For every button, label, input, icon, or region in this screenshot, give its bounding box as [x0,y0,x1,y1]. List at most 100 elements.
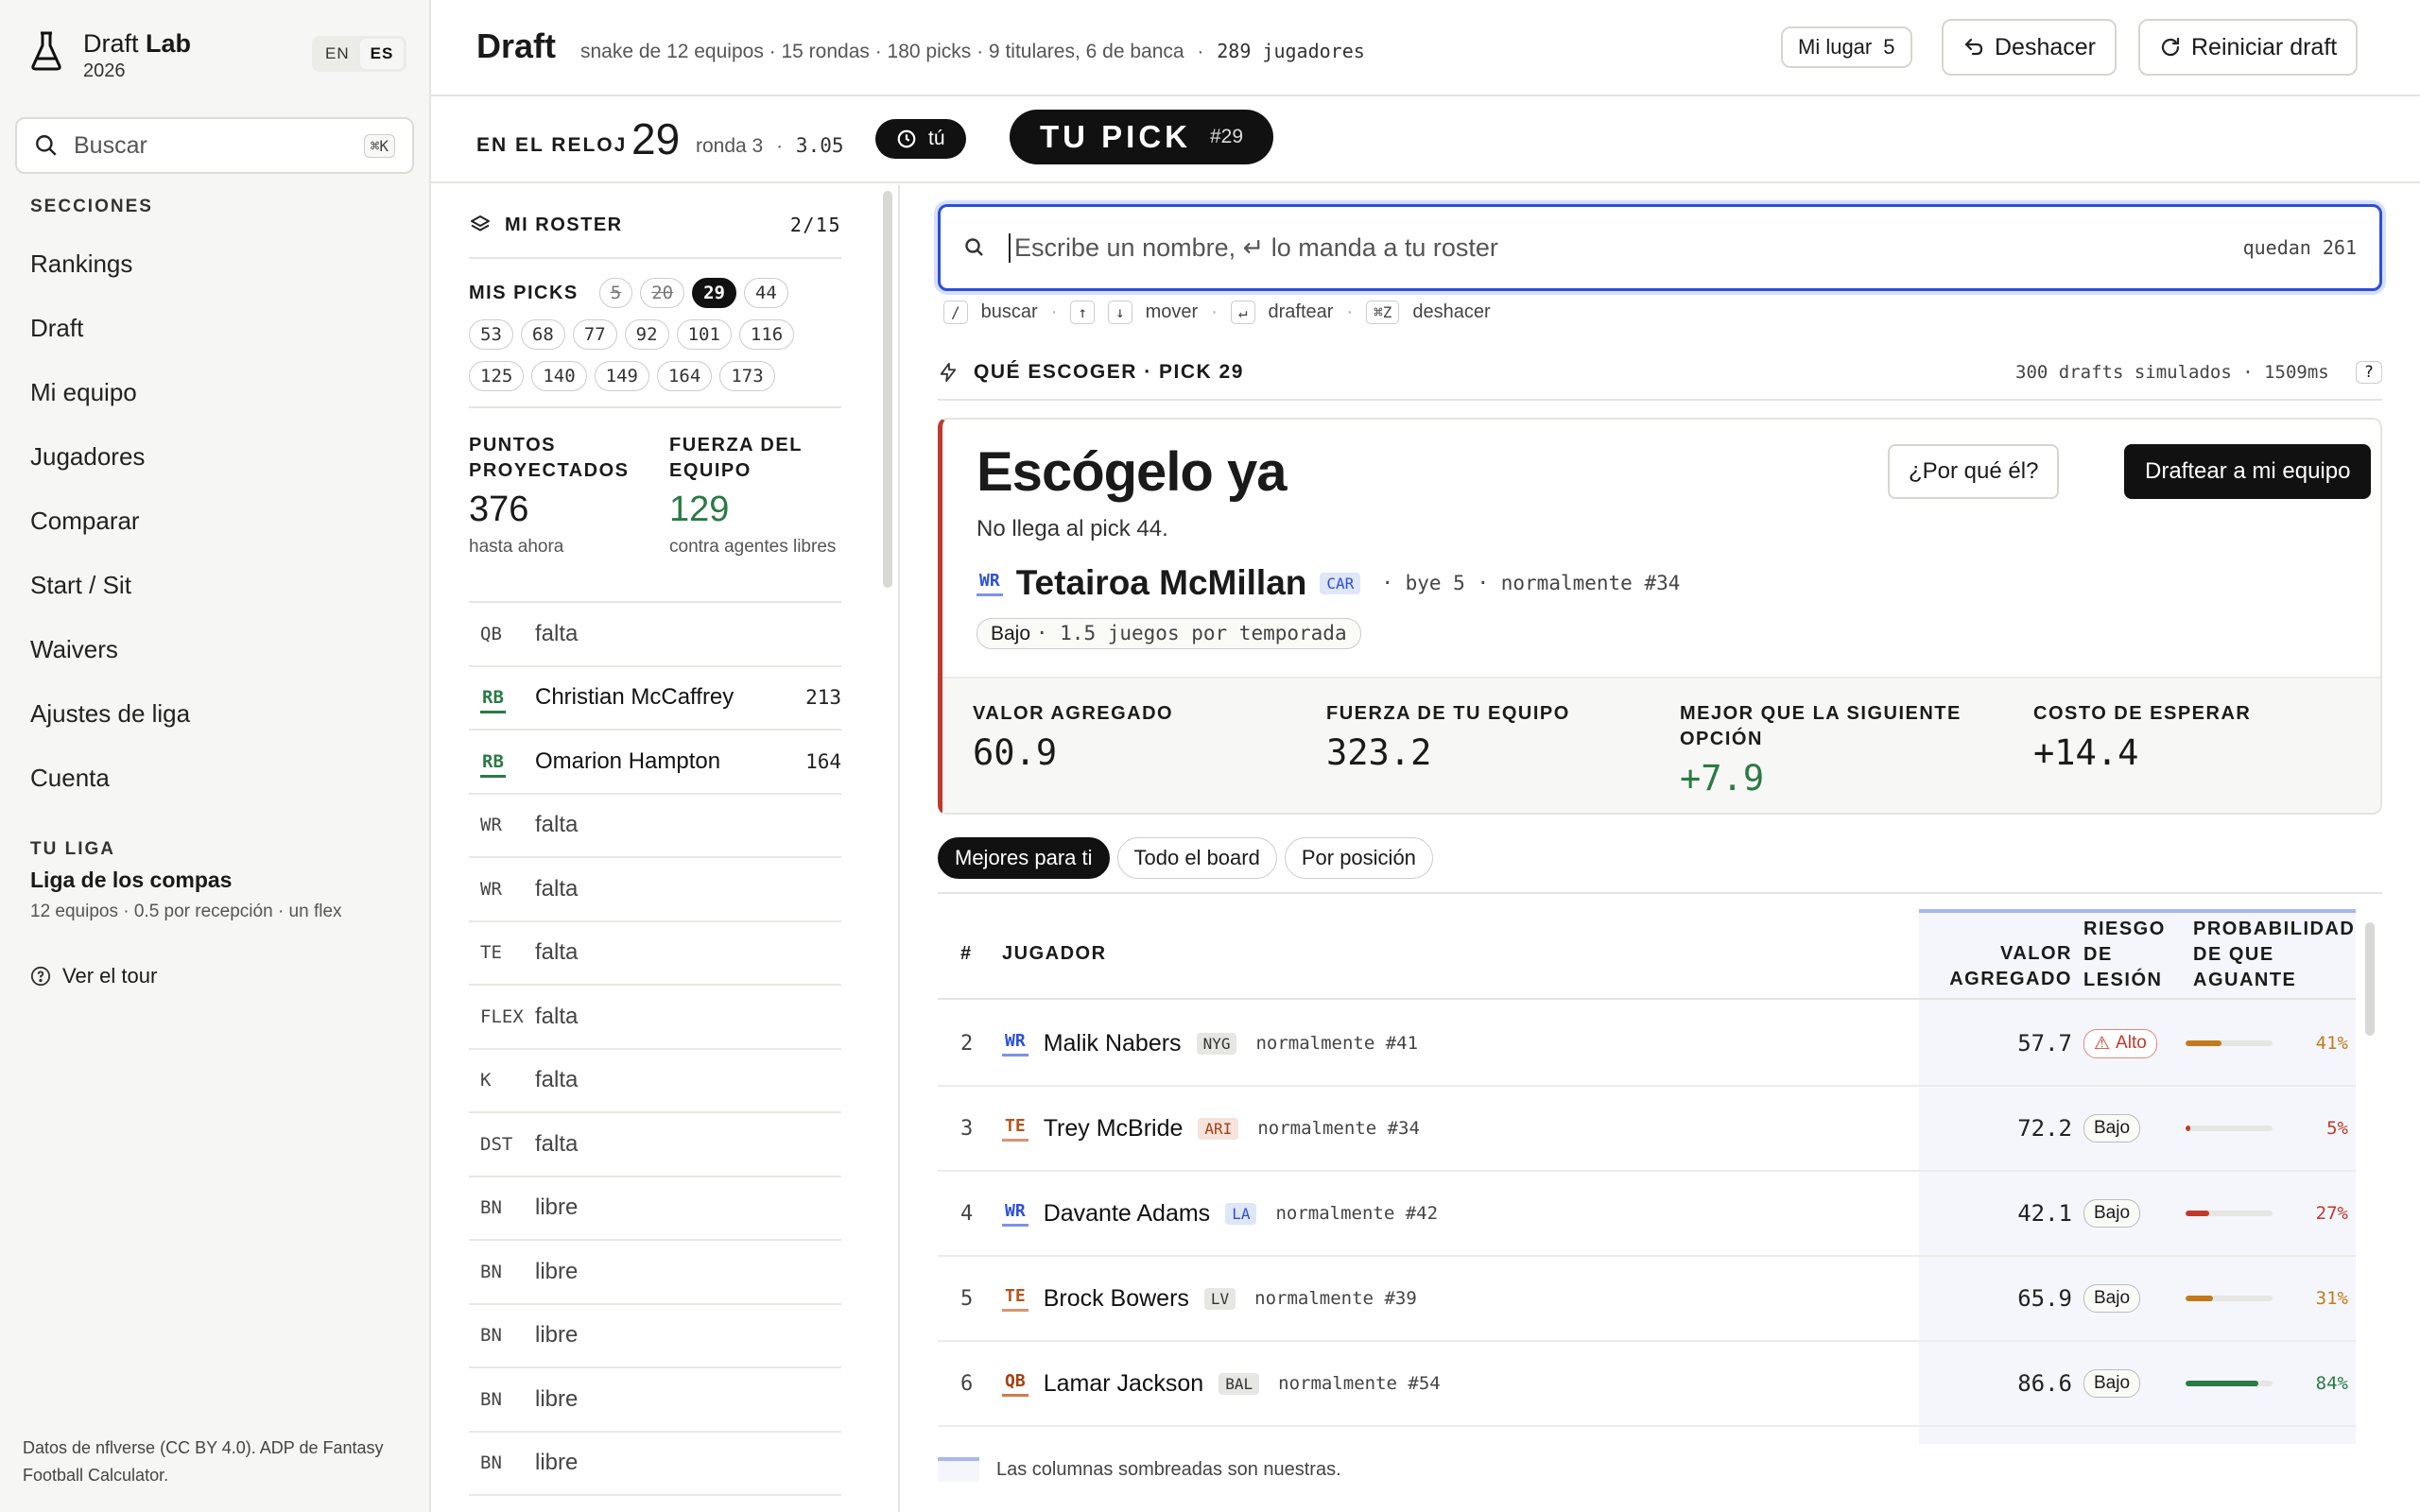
team-tag: CAR [1320,572,1361,594]
why-button[interactable]: ¿Por qué él? [1888,444,2060,499]
on-the-clock-bar: EN EL RELOJ 29 ronda 3 · 3.05 tú TU PICK… [431,98,2420,183]
refresh-icon [2161,37,2180,57]
round-pick: 3.05 [795,134,844,157]
lang-en-button[interactable]: EN [315,39,360,69]
table-row[interactable]: 3 TE Trey McBride ARI normalmente #34 72.2 Baj… [938,1087,2356,1172]
clock-icon [897,129,916,148]
probability-value: 5% [2326,1118,2348,1139]
hint-key: ⌘Z [1366,301,1400,324]
league-name: Liga de los compas [30,868,233,892]
roster-scrollbar[interactable] [883,191,892,588]
metric-value: 323.2 [1326,732,1432,773]
player-name[interactable]: Brock Bowers [1044,1285,1189,1313]
metric-label: VALOR AGREGADO [973,703,1174,724]
tab-todo-el-board[interactable]: Todo el board [1116,837,1277,879]
roster-slot[interactable]: BN libre [469,1433,841,1496]
recommendation-reason: No llega al pick 44. [977,516,1168,541]
pick-chip[interactable]: 77 [572,319,617,350]
sidebar-item-rankings[interactable]: Rankings [30,236,190,301]
table-row[interactable]: 2 WR Malik Nabers NYG normalmente #41 57.7 ⚠ Al… [938,1002,2356,1087]
brand-year: 2026 [83,60,126,81]
table-row[interactable]: 6 QB Lamar Jackson BAL normalmente #54 86.6 Ba… [938,1342,2356,1427]
pick-chip[interactable]: 5 [598,278,633,308]
column-hold-probability[interactable]: PROBABILIDAD DE QUE AGUANTE [2193,917,2363,993]
page-title: Draft [476,26,557,65]
roster-slot[interactable]: DST falta [469,1113,841,1177]
tab-mejores-para-ti[interactable]: Mejores para ti [938,837,1110,879]
tab-por-posicion[interactable]: Por posición [1284,837,1433,879]
hint-label: buscar [980,301,1038,322]
pick-chip[interactable]: 173 [719,361,775,391]
pick-chip[interactable]: 53 [469,319,513,350]
slot-player: Christian McCaffrey [535,684,735,711]
sidebar-item-draft[interactable]: Draft [30,301,190,365]
sidebar-item-jugadores[interactable]: Jugadores [30,429,190,493]
roster-slot[interactable]: BN libre [469,1368,841,1433]
position-tag: WR [977,571,1003,596]
my-spot-selector[interactable]: Mi lugar 5 [1781,26,1912,68]
roster-slot[interactable]: WR falta [469,795,841,858]
draft-summary: snake de 12 equipos · 15 rondas · 180 pi… [580,40,1365,63]
row-hold-probability: 27% [2186,1172,2348,1255]
player-name[interactable]: Trey McBride [1044,1115,1184,1143]
player-name[interactable]: Davante Adams [1044,1200,1211,1228]
roster-slot[interactable]: FLEX falta [469,986,841,1050]
sidebar-item-ajustes-de-liga[interactable]: Ajustes de liga [30,686,190,750]
table-row[interactable]: 4 WR Davante Adams LA normalmente #42 42.1 Baj… [938,1172,2356,1257]
slot-player: falta [535,812,579,838]
pick-chip[interactable]: 125 [469,361,525,391]
roster-slot[interactable]: Kfalta [469,1050,841,1113]
roster-slot[interactable]: WR falta [469,858,841,922]
pick-chip[interactable]: 164 [656,361,713,391]
column-rank[interactable]: # [960,941,973,967]
sidebar-item-cuenta[interactable]: Cuenta [30,750,190,815]
slot-position: DST [469,1134,535,1155]
pick-chip[interactable]: 149 [594,361,649,391]
player-name[interactable]: Lamar Jackson [1044,1370,1204,1398]
column-value-added[interactable]: VALOR AGREGADO [1940,941,2072,992]
sidebar-item-waivers[interactable]: Waivers [30,622,190,686]
tour-link[interactable]: Ver el tour [30,964,157,988]
reset-draft-button[interactable]: Reiniciar draft [2138,19,2359,76]
sidebar-item-start-sit[interactable]: Start / Sit [30,558,190,622]
help-button[interactable]: ? [2355,361,2382,384]
recommended-player-name[interactable]: Tetairoa McMillan [1016,563,1307,603]
position-tag: WR [1002,1201,1028,1227]
slot-player: falta [535,1067,579,1093]
lang-es-button[interactable]: ES [359,39,405,69]
pick-chip[interactable]: 101 [676,319,732,350]
roster-slot[interactable]: BN libre [469,1305,841,1368]
slot-player: Omarion Hampton [535,747,721,774]
pick-chip[interactable]: 68 [520,319,565,350]
pick-chip[interactable]: 92 [624,319,669,350]
draft-player-button[interactable]: Draftear a mi equipo [2124,444,2372,499]
roster-slot[interactable]: BN libre [469,1241,841,1305]
undo-button[interactable]: Deshacer [1942,19,2117,76]
table-header: # JUGADOR VALOR AGREGADO RIESGO DE LESIÓ… [938,909,2356,1000]
player-search-input[interactable]: Escribe un nombre, ↵ lo manda a tu roste… [938,204,2382,291]
hint-key: ↵ [1230,301,1255,324]
roster-slot[interactable]: TE falta [469,922,841,986]
roster-slot[interactable]: BN libre [469,1177,841,1241]
sidebar-item-comparar[interactable]: Comparar [30,493,190,558]
roster-slot[interactable]: QB falta [469,603,841,667]
table-row[interactable]: 5 TE Brock Bowers LV normalmente #39 65.9 Bajo… [938,1257,2356,1342]
sidebar-item-mi-equipo[interactable]: Mi equipo [30,365,190,429]
roster-slot[interactable]: RB Christian McCaffrey 213 [469,667,841,730]
pick-chip[interactable]: 116 [738,319,795,350]
table-scrollbar[interactable] [2365,922,2375,1036]
roster-count: 2/15 [789,214,841,236]
pick-chip[interactable]: 140 [531,361,587,391]
player-meta: · bye 5 · normalmente #34 [1381,572,1681,594]
sidebar-search-input[interactable]: Buscar ⌘K [15,117,414,174]
pick-chip[interactable]: 29 [692,278,736,308]
slot-position: QB [469,624,535,644]
pick-chip[interactable]: 44 [743,278,788,308]
roster-slot[interactable]: RB Omarion Hampton 164 [469,730,841,795]
usual-adp: normalmente #39 [1254,1288,1417,1309]
column-injury-risk[interactable]: RIESGO DE LESIÓN [2083,917,2178,993]
brand[interactable]: Draft Lab 2026 [30,28,191,83]
player-name[interactable]: Malik Nabers [1044,1030,1182,1057]
column-player[interactable]: JUGADOR [1002,941,1107,967]
pick-chip[interactable]: 20 [640,278,685,308]
